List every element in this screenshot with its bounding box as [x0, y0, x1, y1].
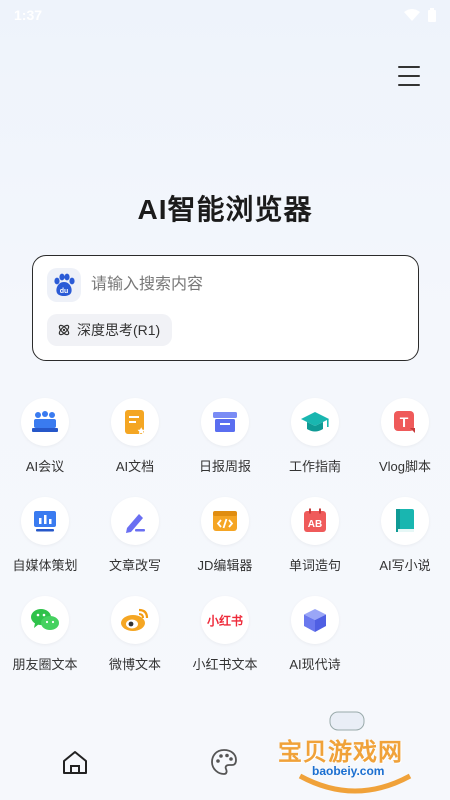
search-input[interactable] [91, 270, 401, 300]
menu-button[interactable] [398, 66, 420, 86]
palette-icon [211, 749, 237, 775]
tool-label: 微博文本 [108, 657, 161, 672]
status-icons [404, 8, 436, 22]
nav-palette[interactable] [206, 744, 242, 780]
tool-self-media[interactable]: 自媒体策划 [0, 497, 90, 574]
document-icon [111, 398, 159, 446]
tool-moments-text[interactable]: 朋友圈文本 [0, 596, 90, 673]
watermark-title: 宝贝游戏网 [278, 739, 403, 766]
home-icon [63, 751, 87, 774]
tool-label: 朋友圈文本 [12, 657, 78, 672]
tool-label: 日报周报 [198, 459, 251, 474]
ab-calendar-icon: AB [291, 497, 339, 545]
search-card: du 深度思考(R1) [32, 255, 419, 361]
code-icon [201, 497, 249, 545]
status-bar: 1:37 [0, 0, 450, 30]
tool-label: 文章改写 [108, 558, 161, 573]
watermark: 宝贝游戏网 baobeiy.com [270, 706, 440, 796]
tool-weibo-text[interactable]: 微博文本 [90, 596, 180, 673]
wechat-icon [21, 596, 69, 644]
battery-icon [428, 8, 436, 22]
tool-label: 工作指南 [288, 459, 341, 474]
menu-icon-line [398, 75, 420, 77]
vlog-t-icon: T [381, 398, 429, 446]
deep-think-button[interactable]: 深度思考(R1) [47, 314, 173, 346]
atom-icon [58, 324, 70, 336]
tool-article-rewrite[interactable]: 文章改写 [90, 497, 180, 574]
nav-home[interactable] [57, 744, 93, 780]
tool-label: Vlog脚本 [378, 459, 432, 474]
tool-word-sentence[interactable]: AB 单词造句 [270, 497, 360, 574]
deep-think-label: 深度思考(R1) [77, 322, 161, 338]
tool-xiaohongshu-text[interactable]: 小红书 小红书文本 [180, 596, 270, 673]
report-icon [201, 398, 249, 446]
baidu-paw-icon[interactable]: du [47, 268, 81, 302]
tool-ai-meeting[interactable]: AI会议 [0, 398, 90, 475]
tool-label: AI文档 [115, 459, 155, 474]
app-title: AI智能浏览器 [137, 194, 313, 225]
vlog-icon-text: T [400, 414, 409, 430]
tool-label: AI写小说 [379, 558, 431, 573]
bar-chart-icon [21, 497, 69, 545]
xiaohongshu-icon: 小红书 [201, 596, 249, 644]
book-icon [381, 497, 429, 545]
menu-icon-line [398, 66, 420, 68]
meeting-icon [21, 398, 69, 446]
ab-icon-text: AB [308, 519, 322, 530]
tool-daily-report[interactable]: 日报周报 [180, 398, 270, 475]
wifi-icon [404, 9, 420, 21]
status-time: 1:37 [14, 7, 43, 23]
cube-icon [291, 596, 339, 644]
tool-label: AI会议 [25, 459, 65, 474]
xiaohongshu-logo-text: 小红书 [206, 613, 243, 628]
tool-label: AI现代诗 [289, 657, 341, 672]
tool-label: 自媒体策划 [12, 558, 78, 573]
tool-vlog-script[interactable]: T Vlog脚本 [360, 398, 450, 475]
tool-label: 单词造句 [288, 558, 341, 573]
menu-icon-line [398, 84, 420, 86]
watermark-url: baobeiy.com [312, 764, 385, 778]
tool-ai-novel[interactable]: AI写小说 [360, 497, 450, 574]
weibo-icon [111, 596, 159, 644]
tool-ai-document[interactable]: AI文档 [90, 398, 180, 475]
tool-ai-poem[interactable]: AI现代诗 [270, 596, 360, 673]
pen-icon [111, 497, 159, 545]
baidu-logo: du [54, 273, 75, 296]
tool-jd-editor[interactable]: JD编辑器 [180, 497, 270, 574]
tool-work-guide[interactable]: 工作指南 [270, 398, 360, 475]
baidu-logo-text: du [60, 288, 69, 295]
tool-label: 小红书文本 [192, 657, 258, 672]
tool-label: JD编辑器 [197, 558, 253, 573]
graduation-cap-icon [291, 398, 339, 446]
tool-grid: AI会议 AI文档 日报周报 工作指南 T Vlog脚本 自媒体策划 文章改写 … [0, 398, 450, 673]
